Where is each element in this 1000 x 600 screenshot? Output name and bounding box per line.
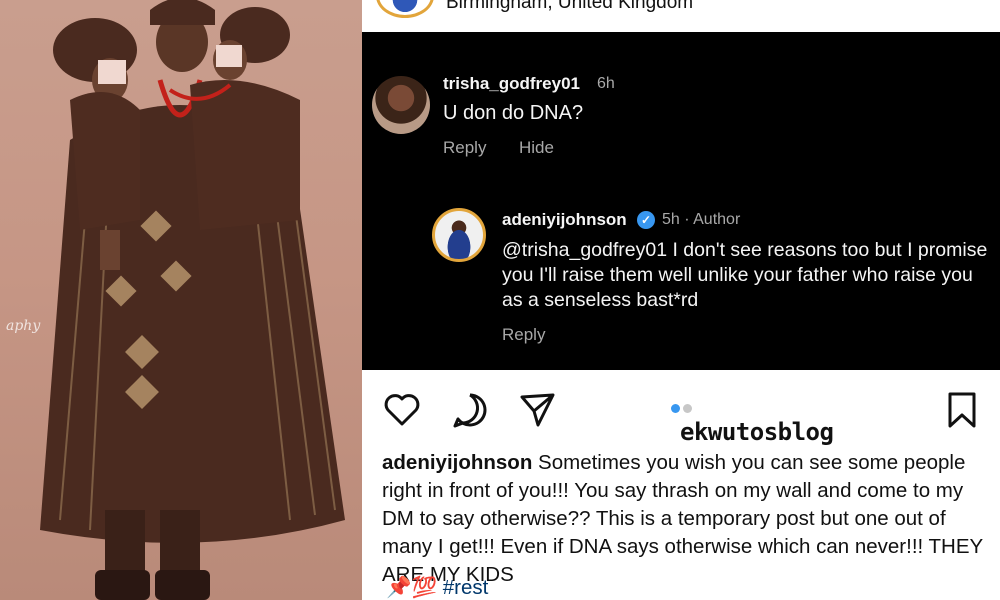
author-avatar[interactable] (432, 208, 486, 262)
heart-icon[interactable] (382, 390, 422, 430)
instagram-post-panel: Birmingham, United Kingdom trisha_godfre… (362, 0, 1000, 600)
post-caption: adeniyijohnson Sometimes you wish you ca… (382, 449, 994, 589)
caption-emoji: 📌💯 (386, 576, 438, 599)
family-photo-illustration (40, 0, 345, 600)
blog-watermark: ekwutosblog (680, 418, 834, 446)
commenter-avatar[interactable] (372, 76, 430, 134)
profile-avatar[interactable] (376, 0, 434, 18)
comment-icon[interactable] (450, 390, 490, 430)
comment-time: 6h (597, 75, 615, 92)
reply-button[interactable]: Reply (443, 138, 486, 158)
bookmark-icon[interactable] (942, 390, 982, 430)
caption-username[interactable]: adeniyijohnson (382, 451, 532, 474)
share-icon[interactable] (517, 390, 557, 430)
comment-username[interactable]: trisha_godfrey01 (443, 74, 580, 94)
carousel-indicator (671, 400, 695, 418)
reply-meta: 5h · Author (662, 211, 741, 228)
post-header: Birmingham, United Kingdom (362, 0, 1000, 32)
reply-text: @trisha_godfrey01 I don't see reasons to… (502, 239, 988, 311)
carousel-dot (683, 404, 692, 413)
hide-button[interactable]: Hide (519, 138, 554, 158)
caption-tail: 📌💯 #rest (386, 576, 488, 600)
photographer-watermark: aphy (6, 318, 41, 334)
carousel-dot-active (671, 404, 680, 413)
comment-text: U don do DNA? (443, 102, 584, 124)
hashtag-link[interactable]: #rest (443, 576, 489, 599)
comments-screenshot: trisha_godfrey01 6h U don do DNA? Reply … (362, 32, 1000, 370)
reply-username[interactable]: adeniyijohnson (502, 210, 627, 230)
verified-badge-icon: ✓ (637, 211, 655, 229)
location-text[interactable]: Birmingham, United Kingdom (446, 0, 693, 14)
post-action-bar: ekwutosblog (362, 370, 1000, 450)
post-photo: aphy (0, 0, 362, 600)
reply-button[interactable]: Reply (502, 325, 545, 345)
